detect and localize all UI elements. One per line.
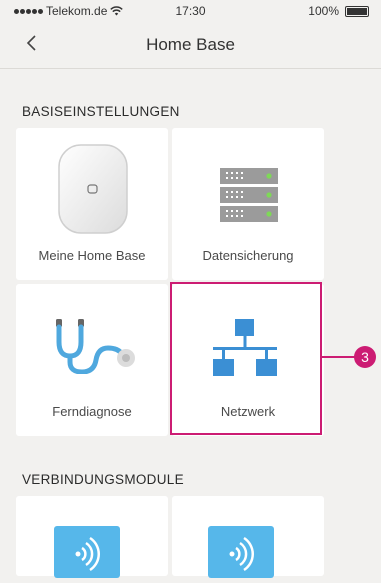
battery-percent: 100% — [308, 4, 339, 18]
tile-datensicherung[interactable]: Datensicherung — [172, 128, 324, 280]
wireless-module-icon — [54, 526, 120, 578]
navigation-bar: Home Base — [0, 22, 381, 69]
battery-icon — [345, 5, 369, 17]
home-base-device-icon — [58, 144, 128, 234]
tile-module-2[interactable] — [172, 496, 324, 578]
callout-badge: 3 — [354, 346, 376, 368]
stethoscope-icon — [56, 319, 135, 374]
section-header-modules: VERBINDUNGSMODULE — [22, 472, 184, 487]
tile-meine-home-base[interactable]: Meine Home Base — [16, 128, 168, 280]
server-rack-icon — [220, 168, 278, 222]
wireless-module-icon — [208, 526, 274, 578]
status-bar: Telekom.de 17:30 100% — [0, 0, 381, 22]
tile-module-1[interactable] — [16, 496, 168, 578]
section-header-basic: BASISEINSTELLUNGEN — [22, 104, 180, 119]
battery-status: 100% — [308, 4, 369, 18]
page-title: Home Base — [146, 35, 235, 54]
tile-ferndiagnose[interactable]: Ferndiagnose — [16, 284, 168, 436]
highlight-frame — [170, 282, 322, 435]
callout-line — [322, 356, 356, 358]
tile-label: Ferndiagnose — [52, 404, 132, 419]
tile-label: Datensicherung — [202, 248, 294, 263]
tile-label: Meine Home Base — [38, 248, 146, 263]
